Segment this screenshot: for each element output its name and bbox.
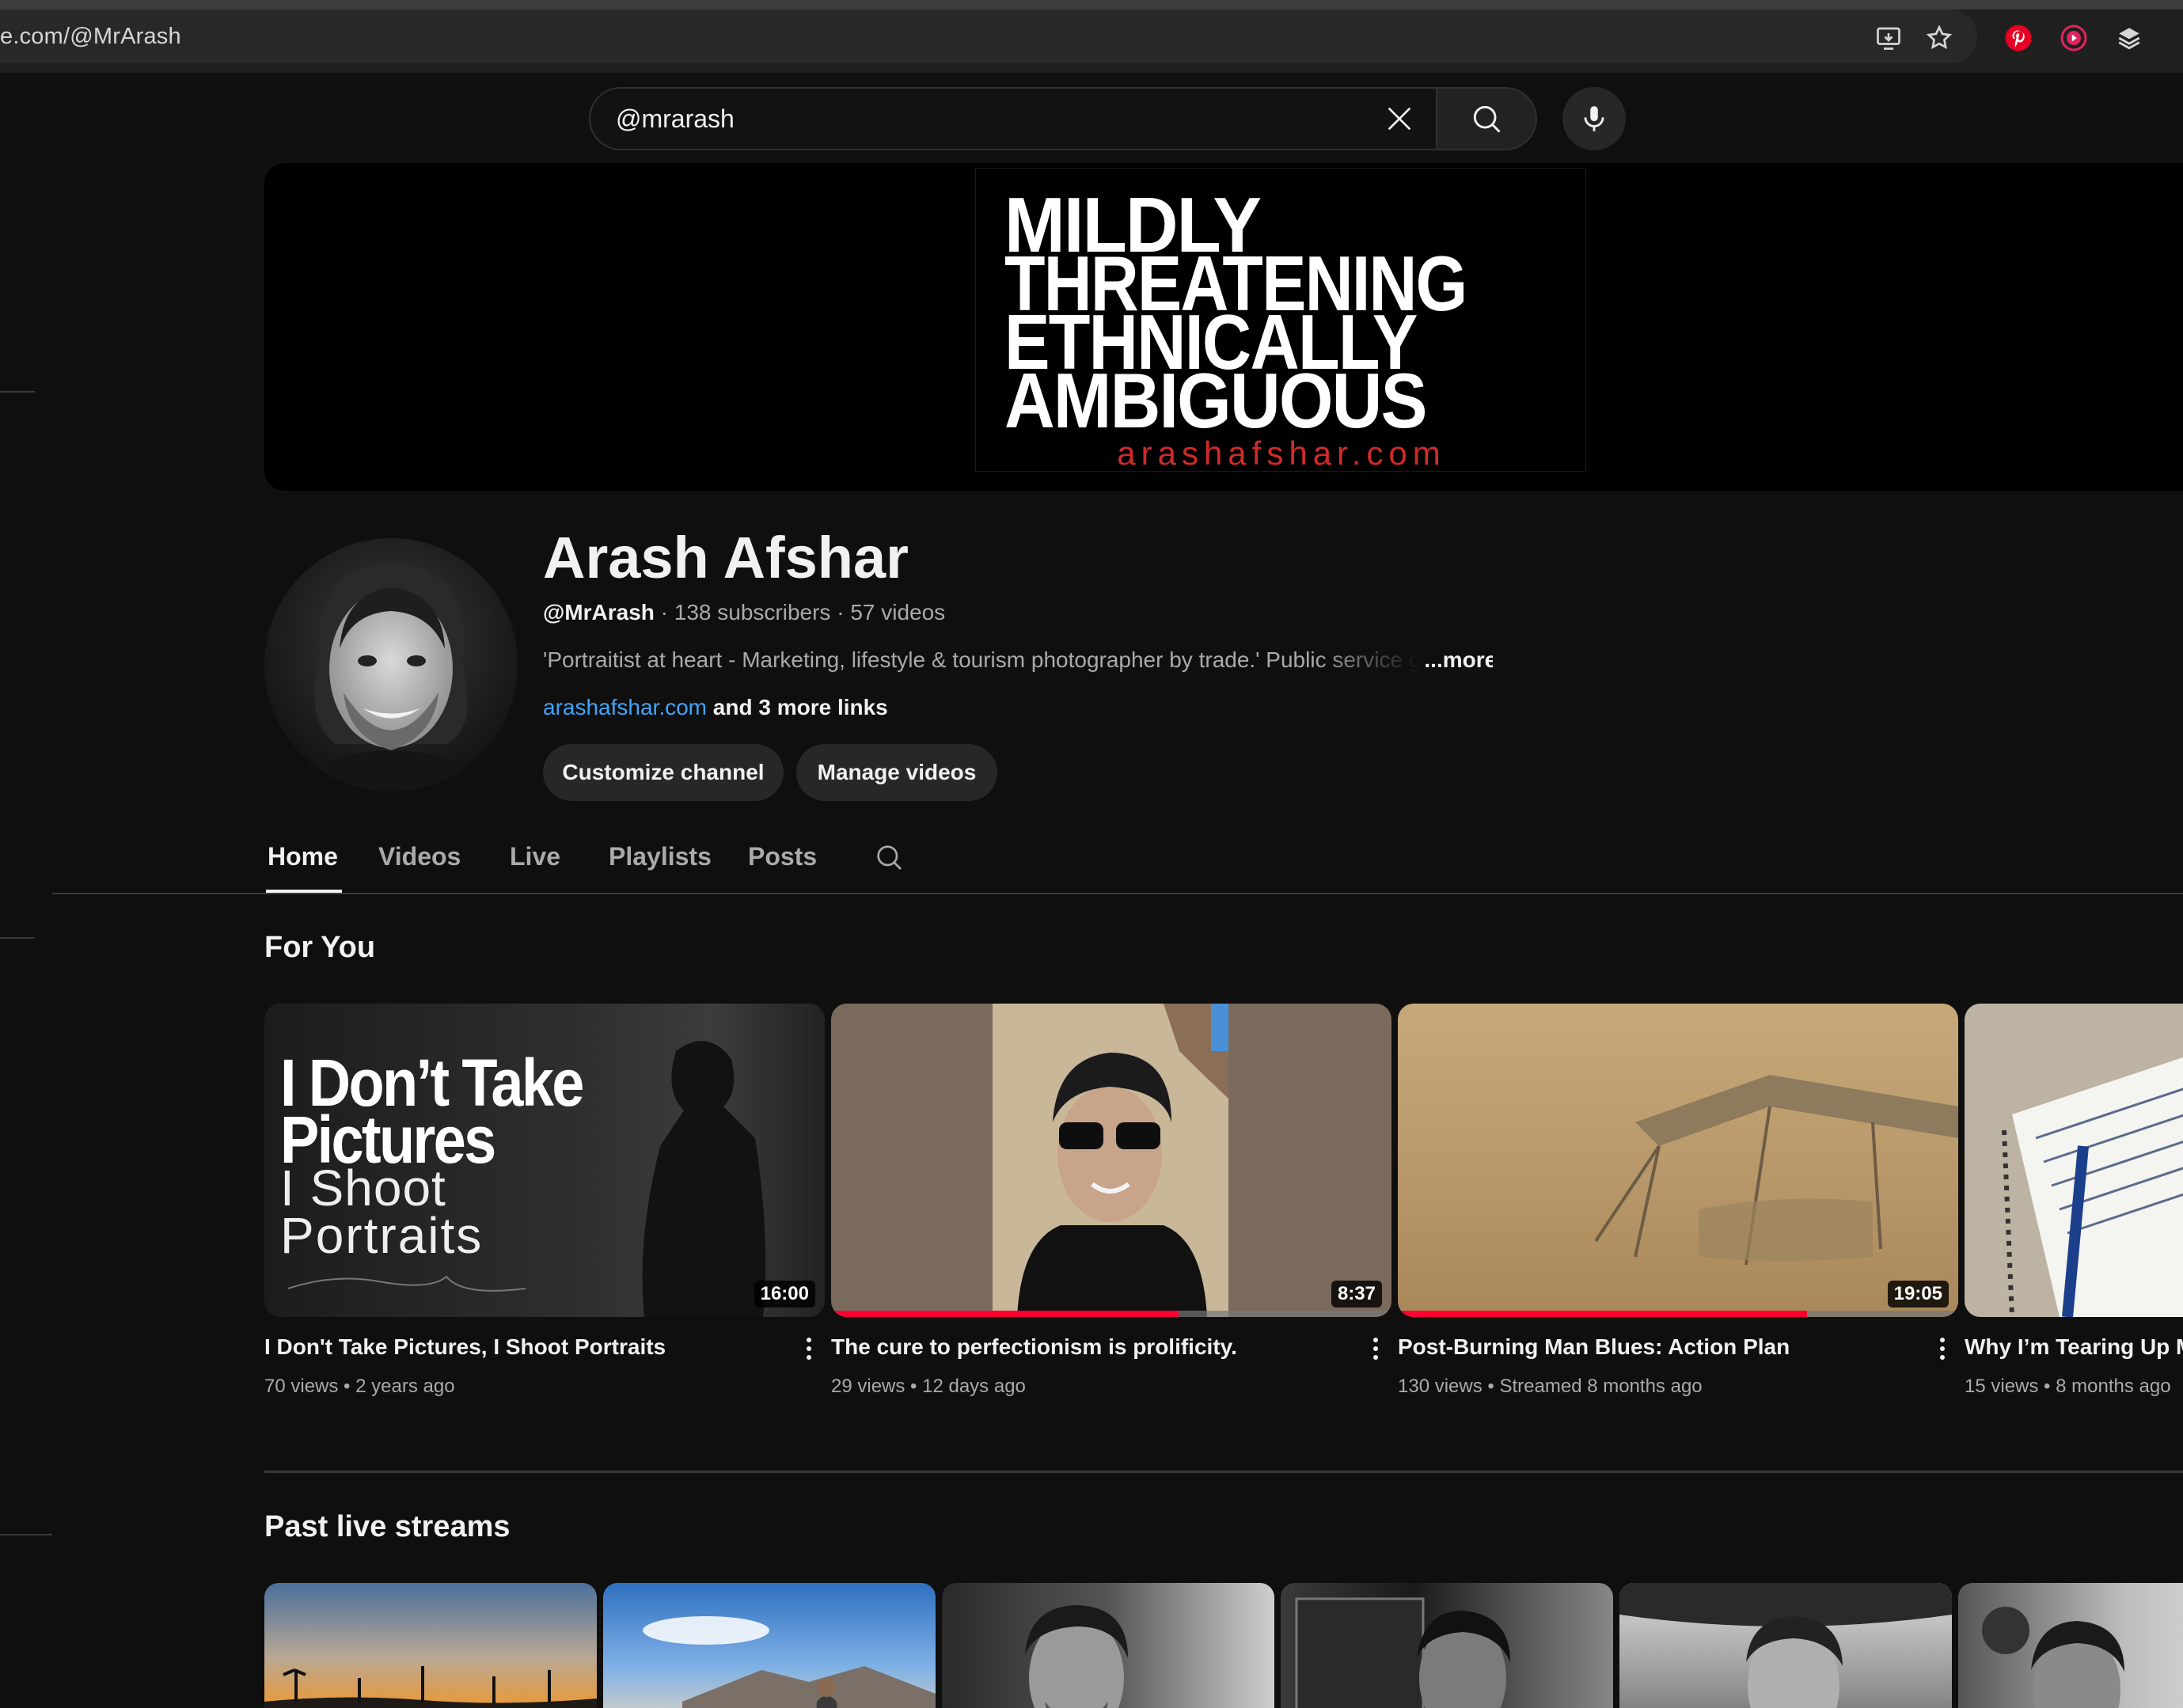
search-icon xyxy=(1473,105,1501,133)
install-app-icon[interactable] xyxy=(1871,21,1906,55)
video-meta: 70 views • 2 years ago xyxy=(264,1376,455,1397)
video-thumbnail[interactable] xyxy=(1965,1004,2183,1317)
search-bar xyxy=(589,87,1437,150)
description-text: 'Portraitist at heart - Marketing, lifes… xyxy=(543,647,1422,672)
channel-handle: @MrArash xyxy=(543,600,655,624)
browser-tab-strip xyxy=(0,0,2183,9)
sidebar-divider xyxy=(0,937,35,939)
video-meta: 15 views • 8 months ago xyxy=(1965,1376,2171,1397)
video-duration: 19:05 xyxy=(1887,1281,1949,1308)
live-stream-thumbnail[interactable] xyxy=(942,1583,1274,1708)
video-age: 12 days ago xyxy=(922,1376,1026,1397)
bookmark-star-icon[interactable] xyxy=(1922,21,1957,55)
voice-search-button[interactable] xyxy=(1562,87,1626,150)
live-stream-thumbnail[interactable] xyxy=(603,1583,936,1708)
address-bar[interactable]: e.com/@MrArash xyxy=(0,9,1977,63)
channel-search-icon[interactable] xyxy=(871,839,907,875)
video-card[interactable]: 19:05 Post-Burning Man Blues: Action Pla… xyxy=(1398,1004,1958,1398)
channel-meta: @MrArash · 138 subscribers · 57 videos xyxy=(543,600,945,625)
tab-posts[interactable]: Posts xyxy=(748,842,817,871)
tab-home[interactable]: Home xyxy=(268,842,338,871)
microphone-icon xyxy=(1584,106,1604,131)
tabs-divider xyxy=(52,893,2183,894)
channel-description[interactable]: 'Portraitist at heart - Marketing, lifes… xyxy=(543,647,1493,673)
sidebar-divider xyxy=(0,1534,52,1535)
record-extension-icon[interactable] xyxy=(2058,22,2090,54)
watch-progress-fill xyxy=(831,1311,1179,1317)
sidebar-divider xyxy=(0,391,35,393)
video-card[interactable]: I Don’t Take Pictures I Shoot Portraits … xyxy=(264,1004,825,1398)
video-views: 130 views xyxy=(1398,1376,1483,1397)
video-card[interactable]: Why I’m Tearing Up My 15 views • 8 month… xyxy=(1965,1004,2183,1398)
channel-website-link[interactable]: arashafshar.com xyxy=(543,695,707,719)
watch-progress-bar xyxy=(831,1311,1391,1317)
channel-links: arashafshar.com and 3 more links xyxy=(543,695,888,720)
video-title[interactable]: Post-Burning Man Blues: Action Plan xyxy=(1398,1334,1904,1360)
thumbnail-text: Portraits xyxy=(280,1207,484,1264)
video-meta: 29 views • 12 days ago xyxy=(831,1376,1026,1397)
video-thumbnail[interactable]: I Don’t Take Pictures I Shoot Portraits … xyxy=(264,1004,825,1317)
section-title-past-live-streams: Past live streams xyxy=(264,1510,511,1543)
pinterest-extension-icon[interactable] xyxy=(2003,22,2034,54)
manage-videos-button[interactable]: Manage videos xyxy=(796,744,997,801)
video-duration: 8:37 xyxy=(1331,1281,1382,1308)
live-stream-thumbnail[interactable] xyxy=(1281,1583,1613,1708)
live-stream-thumbnail[interactable] xyxy=(1619,1583,1952,1708)
video-count: · 57 videos xyxy=(837,600,946,624)
live-stream-thumbnail[interactable] xyxy=(1958,1583,2183,1708)
customize-channel-button[interactable]: Customize channel xyxy=(543,744,784,801)
banner-text-line: AMBIGUOUS xyxy=(1004,357,1427,444)
video-age: 2 years ago xyxy=(355,1376,455,1397)
watch-progress-bar xyxy=(1398,1311,1958,1317)
video-thumbnail[interactable]: 8:37 xyxy=(831,1004,1391,1317)
browser-toolbar: e.com/@MrArash xyxy=(0,9,2183,73)
live-stream-thumbnail[interactable] xyxy=(264,1583,597,1708)
tab-videos[interactable]: Videos xyxy=(378,842,461,871)
video-menu-icon[interactable] xyxy=(1933,1330,1952,1368)
tab-playlists[interactable]: Playlists xyxy=(609,842,712,871)
video-age: 8 months ago xyxy=(2056,1376,2171,1397)
banner-url: arashafshar.com xyxy=(1117,435,1446,472)
layers-extension-icon[interactable] xyxy=(2113,22,2145,54)
video-thumbnail[interactable]: 19:05 xyxy=(1398,1004,1958,1317)
description-more-button[interactable]: ...more xyxy=(1424,647,1493,672)
video-menu-icon[interactable] xyxy=(1366,1330,1385,1368)
tab-live[interactable]: Live xyxy=(510,842,560,871)
search-input[interactable] xyxy=(616,104,1328,134)
channel-avatar[interactable] xyxy=(264,538,518,791)
banner-artwork: MILDLY THREATENING ETHNICALLY AMBIGUOUS … xyxy=(975,168,1586,472)
video-menu-icon[interactable] xyxy=(799,1330,818,1368)
youtube-channel-page: e.com/@MrArash @mrarash MILDLY THREATENI… xyxy=(0,0,2183,1708)
video-views: 70 views xyxy=(264,1376,339,1397)
watch-progress-fill xyxy=(1398,1311,1807,1317)
video-title[interactable]: The cure to perfectionism is prolificity… xyxy=(831,1334,1338,1360)
more-links-button[interactable]: and 3 more links xyxy=(713,695,888,719)
video-card[interactable]: 8:37 The cure to perfectionism is prolif… xyxy=(831,1004,1391,1398)
clear-search-icon[interactable] xyxy=(1380,100,1418,138)
section-divider xyxy=(264,1471,2183,1473)
section-title-for-you: For You xyxy=(264,931,376,964)
video-title[interactable]: I Don't Take Pictures, I Shoot Portraits xyxy=(264,1334,771,1360)
video-views: 29 views xyxy=(831,1376,905,1397)
video-duration: 16:00 xyxy=(754,1281,815,1308)
subscriber-count: · 138 subscribers xyxy=(660,600,831,624)
channel-banner: MILDLY THREATENING ETHNICALLY AMBIGUOUS … xyxy=(264,163,2183,491)
video-age: Streamed 8 months ago xyxy=(1499,1376,1703,1397)
search-button[interactable] xyxy=(1436,87,1537,150)
channel-name: Arash Afshar xyxy=(543,525,909,590)
video-title[interactable]: Why I’m Tearing Up My xyxy=(1965,1334,2183,1360)
address-bar-url: e.com/@MrArash xyxy=(0,23,181,49)
video-meta: 130 views • Streamed 8 months ago xyxy=(1398,1376,1703,1397)
video-views: 15 views xyxy=(1965,1376,2039,1397)
